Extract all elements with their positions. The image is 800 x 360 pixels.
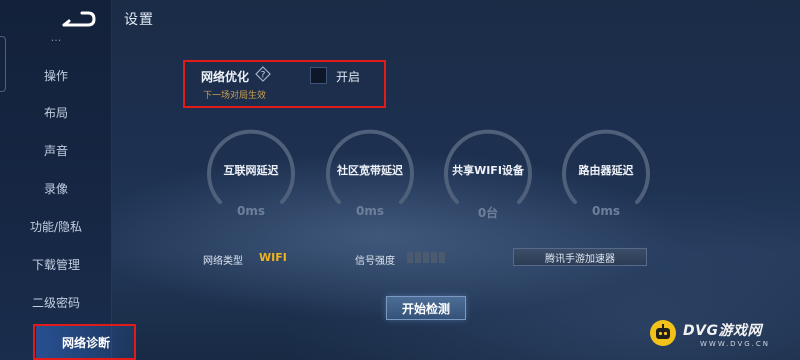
network-opt-toggle-label: 开启 (336, 70, 361, 84)
accelerator-button[interactable]: 腾讯手游加速器 (513, 248, 647, 266)
svg-text:?: ? (261, 71, 266, 81)
back-button[interactable] (58, 8, 98, 32)
gauge-value: 0ms (237, 204, 265, 218)
sidebar-item-layout[interactable]: 布局 (0, 97, 112, 127)
network-type-label: 网络类型 (203, 256, 243, 267)
watermark-subtext: WWW.DVG.CN (700, 340, 771, 348)
gauge-community-broadband: 社区宽带延迟 0ms (325, 128, 415, 220)
gauge-value: 0台 (477, 206, 499, 220)
sidebar-item-partial[interactable]: ... (0, 30, 112, 44)
gauge-router-latency: 路由器延迟 0ms (561, 128, 651, 220)
sidebar-item-downloads[interactable]: 下载管理 (0, 249, 112, 279)
signal-bar (431, 252, 437, 263)
sidebar-item-operation[interactable]: 操作 (0, 60, 112, 90)
signal-bar (439, 252, 445, 263)
signal-bar (423, 252, 429, 263)
sidebar-item-recording[interactable]: 录像 (0, 173, 112, 203)
network-opt-checkbox[interactable] (310, 67, 327, 84)
page-title: 设置 (124, 12, 154, 28)
sidebar: ... 操作 布局 声音 录像 功能/隐私 下载管理 二级密码 网络诊断 (0, 0, 136, 360)
network-opt-title: 网络优化 (201, 70, 250, 84)
signal-strength-bars (407, 252, 445, 263)
sidebar-item-network-diagnosis[interactable]: 网络诊断 (36, 326, 136, 358)
network-opt-subtitle: 下一场对局生效 (203, 91, 267, 101)
gauge-label: 社区宽带延迟 (337, 164, 403, 177)
gauge-shared-wifi-devices: 共享WIFI设备 0台 (443, 128, 533, 220)
question-diamond-icon[interactable]: ? (255, 66, 271, 82)
gauge-value: 0ms (356, 204, 384, 218)
gauge-label: 互联网延迟 (223, 164, 279, 177)
gauge-label: 路由器延迟 (578, 164, 634, 177)
gauge-label: 共享WIFI设备 (452, 164, 524, 177)
sidebar-item-sound[interactable]: 声音 (0, 135, 112, 165)
sidebar-item-privacy[interactable]: 功能/隐私 (0, 211, 112, 241)
start-detection-button[interactable]: 开始检测 (386, 296, 466, 320)
sidebar-item-password[interactable]: 二级密码 (0, 287, 112, 317)
signal-strength-label: 信号强度 (355, 256, 395, 267)
watermark-logo-icon (650, 320, 676, 346)
gauge-value: 0ms (592, 204, 620, 218)
signal-bar (415, 252, 421, 263)
back-arrow-icon (62, 11, 96, 27)
network-type-value: WIFI (259, 251, 287, 264)
watermark-text: DVG游戏网 (683, 323, 762, 339)
gauge-internet-latency: 互联网延迟 0ms (206, 128, 296, 220)
signal-bar (407, 252, 413, 263)
